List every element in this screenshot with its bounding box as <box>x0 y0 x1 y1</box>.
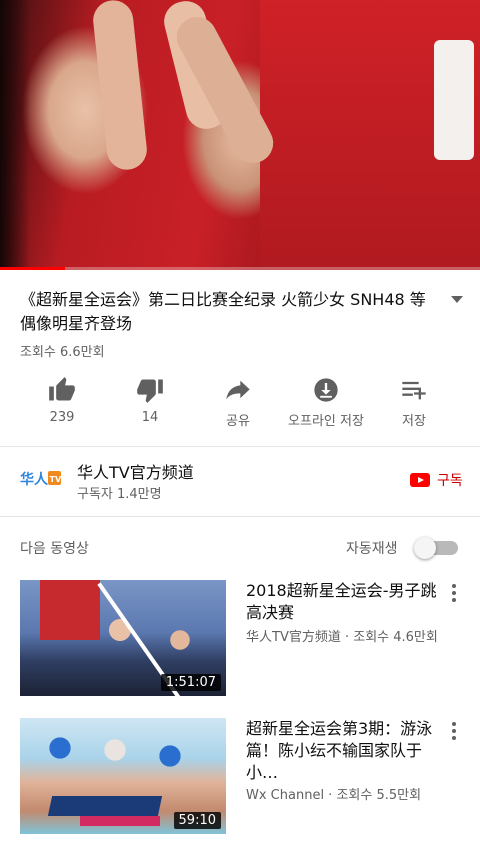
save-label: 저장 <box>402 414 426 429</box>
svg-text:华人: 华人 <box>20 471 49 488</box>
download-icon <box>314 378 338 402</box>
video-meta: Wx Channel · 조회수 5.5만회 <box>246 788 422 803</box>
share-icon <box>226 380 250 400</box>
up-next-label: 다음 동영상 <box>20 541 89 557</box>
add-to-playlist-icon <box>402 381 426 400</box>
share-button[interactable]: 공유 <box>193 372 283 432</box>
video-title[interactable]: 超新星全运会第3期：游泳篇！陈小纭不输国家队于小… <box>246 718 442 784</box>
dislike-button[interactable]: 14 <box>105 372 195 432</box>
action-bar: 239 14 공유 오프라인 저장 저장 <box>0 372 480 432</box>
like-button[interactable]: 239 <box>17 372 107 432</box>
divider <box>0 516 480 517</box>
view-count: 조회수 6.6만회 <box>20 345 105 360</box>
video-progress-bar[interactable] <box>0 267 480 270</box>
subscribe-button[interactable]: 구독 <box>410 469 463 491</box>
subscribe-label: 구독 <box>437 473 463 489</box>
thumbs-up-icon <box>49 377 75 401</box>
download-button[interactable]: 오프라인 저장 <box>281 372 371 432</box>
divider <box>0 446 480 447</box>
autoplay-label: 자동재생 <box>346 541 398 557</box>
more-options-icon[interactable] <box>450 584 458 602</box>
channel-name[interactable]: 华人TV官方频道 <box>77 459 194 483</box>
autoplay-toggle[interactable] <box>414 537 460 559</box>
dislike-count: 14 <box>141 410 159 425</box>
like-count: 239 <box>49 410 75 425</box>
video-duration: 59:10 <box>173 812 221 829</box>
video-progress-fill <box>0 267 65 270</box>
video-player[interactable] <box>0 0 480 270</box>
share-label: 공유 <box>226 414 250 429</box>
download-label: 오프라인 저장 <box>288 414 364 429</box>
save-button[interactable]: 저장 <box>369 372 459 432</box>
expand-description-icon[interactable] <box>451 296 463 303</box>
svg-text:TV: TV <box>50 475 62 484</box>
subscriber-count: 구독자 1.4만명 <box>77 487 162 502</box>
video-title: 《超新星全运会》第二日比赛全纪录 火箭少女 SNH48 等偶像明星齐登场 <box>20 290 426 333</box>
video-thumbnail[interactable]: 59:10 <box>20 718 226 834</box>
channel-avatar[interactable]: 华人 TV <box>20 466 62 492</box>
more-options-icon[interactable] <box>450 722 458 740</box>
thumbs-down-icon <box>137 379 163 403</box>
video-thumbnail[interactable]: 1:51:07 <box>20 580 226 696</box>
video-meta: 华人TV官方频道 · 조회수 4.6만회 <box>246 630 438 645</box>
video-title[interactable]: 2018超新星全运会-男子跳高决赛 <box>246 580 442 624</box>
video-duration: 1:51:07 <box>160 674 221 691</box>
youtube-play-icon <box>410 473 430 487</box>
